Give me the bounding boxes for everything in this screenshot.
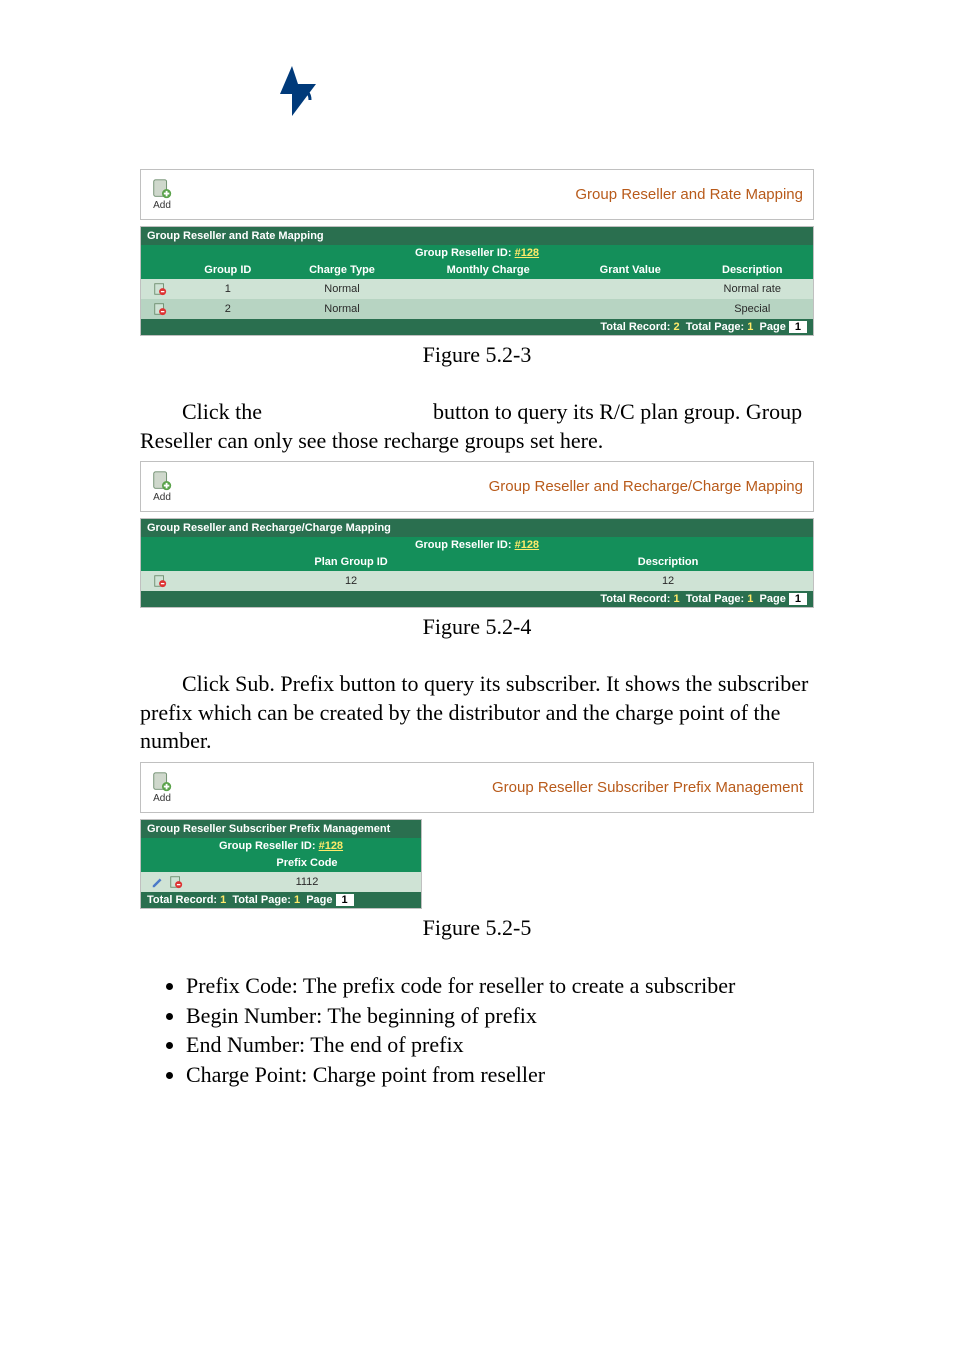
recharge-mapping-header-box: Add Group Reseller and Recharge/Charge M… <box>140 461 814 512</box>
add-label: Add <box>153 793 171 804</box>
page-input[interactable]: 1 <box>336 894 354 906</box>
table-footer: Total Record: 1 Total Page: 1 Page 1 <box>141 591 813 607</box>
reseller-id-link[interactable]: #128 <box>515 539 539 551</box>
section-head: Group Reseller and Recharge/Charge Mappi… <box>141 519 813 537</box>
add-label: Add <box>153 492 171 503</box>
list-item: Begin Number: The beginning of prefix <box>186 1001 814 1031</box>
panel-title: Group Reseller Subscriber Prefix Managem… <box>492 779 803 796</box>
col-plan-group: Plan Group ID <box>179 553 523 571</box>
col-monthly: Monthly Charge <box>407 261 569 279</box>
col-charge-type: Charge Type <box>277 261 408 279</box>
section-head: Group Reseller and Rate Mapping <box>141 227 813 245</box>
panel-title: Group Reseller and Rate Mapping <box>575 186 803 203</box>
reseller-id-row: Group Reseller ID: #128 <box>141 245 813 261</box>
figure-caption: Figure 5.2-4 <box>140 614 814 640</box>
table-footer: Total Record: 2 Total Page: 1 Page 1 <box>141 319 813 335</box>
edit-icon[interactable] <box>151 876 165 888</box>
brand-logo <box>260 60 814 129</box>
add-button[interactable]: Add <box>151 178 173 211</box>
list-item: Prefix Code: The prefix code for reselle… <box>186 971 814 1001</box>
figure-caption: Figure 5.2-3 <box>140 342 814 368</box>
figure-caption: Figure 5.2-5 <box>140 915 814 941</box>
prefix-mgmt-table: Group Reseller Subscriber Prefix Managem… <box>140 819 422 909</box>
table-row: 1112 <box>141 872 421 892</box>
list-item: Charge Point: Charge point from reseller <box>186 1060 814 1090</box>
recharge-mapping-table: Group Reseller and Recharge/Charge Mappi… <box>140 518 814 608</box>
reseller-id-link[interactable]: #128 <box>515 247 539 259</box>
col-grant: Grant Value <box>569 261 692 279</box>
reseller-id-row: Group Reseller ID: #128 <box>141 537 813 553</box>
panel-title: Group Reseller and Recharge/Charge Mappi… <box>489 478 803 495</box>
table-row: 1 Normal Normal rate <box>141 279 813 299</box>
reseller-id-row: Group Reseller ID: #128 <box>141 838 421 854</box>
table-footer: Total Record: 1 Total Page: 1 Page 1 <box>141 892 421 908</box>
paragraph: Click Sub. Prefix button to query its su… <box>140 670 814 756</box>
table-row: 12 12 <box>141 571 813 591</box>
col-desc: Description <box>523 553 813 571</box>
add-button[interactable]: Add <box>151 771 173 804</box>
page-input[interactable]: 1 <box>789 593 807 605</box>
col-group-id: Group ID <box>179 261 277 279</box>
col-desc: Description <box>692 261 813 279</box>
delete-icon[interactable] <box>153 283 167 295</box>
prefix-mgmt-header-box: Add Group Reseller Subscriber Prefix Man… <box>140 762 814 813</box>
paragraph: Click the button to query its R/C plan g… <box>140 398 814 455</box>
reseller-id-link[interactable]: #128 <box>319 840 343 852</box>
definition-list: Prefix Code: The prefix code for reselle… <box>140 971 814 1090</box>
list-item: End Number: The end of prefix <box>186 1030 814 1060</box>
delete-icon[interactable] <box>153 575 167 587</box>
rate-mapping-table: Group Reseller and Rate Mapping Group Re… <box>140 226 814 336</box>
col-prefix-code: Prefix Code <box>193 854 421 872</box>
delete-icon[interactable] <box>169 876 183 888</box>
add-button[interactable]: Add <box>151 470 173 503</box>
section-head: Group Reseller Subscriber Prefix Managem… <box>141 820 421 838</box>
add-label: Add <box>153 200 171 211</box>
delete-icon[interactable] <box>153 303 167 315</box>
rate-mapping-header-box: Add Group Reseller and Rate Mapping <box>140 169 814 220</box>
page-input[interactable]: 1 <box>789 321 807 333</box>
table-row: 2 Normal Special <box>141 299 813 319</box>
